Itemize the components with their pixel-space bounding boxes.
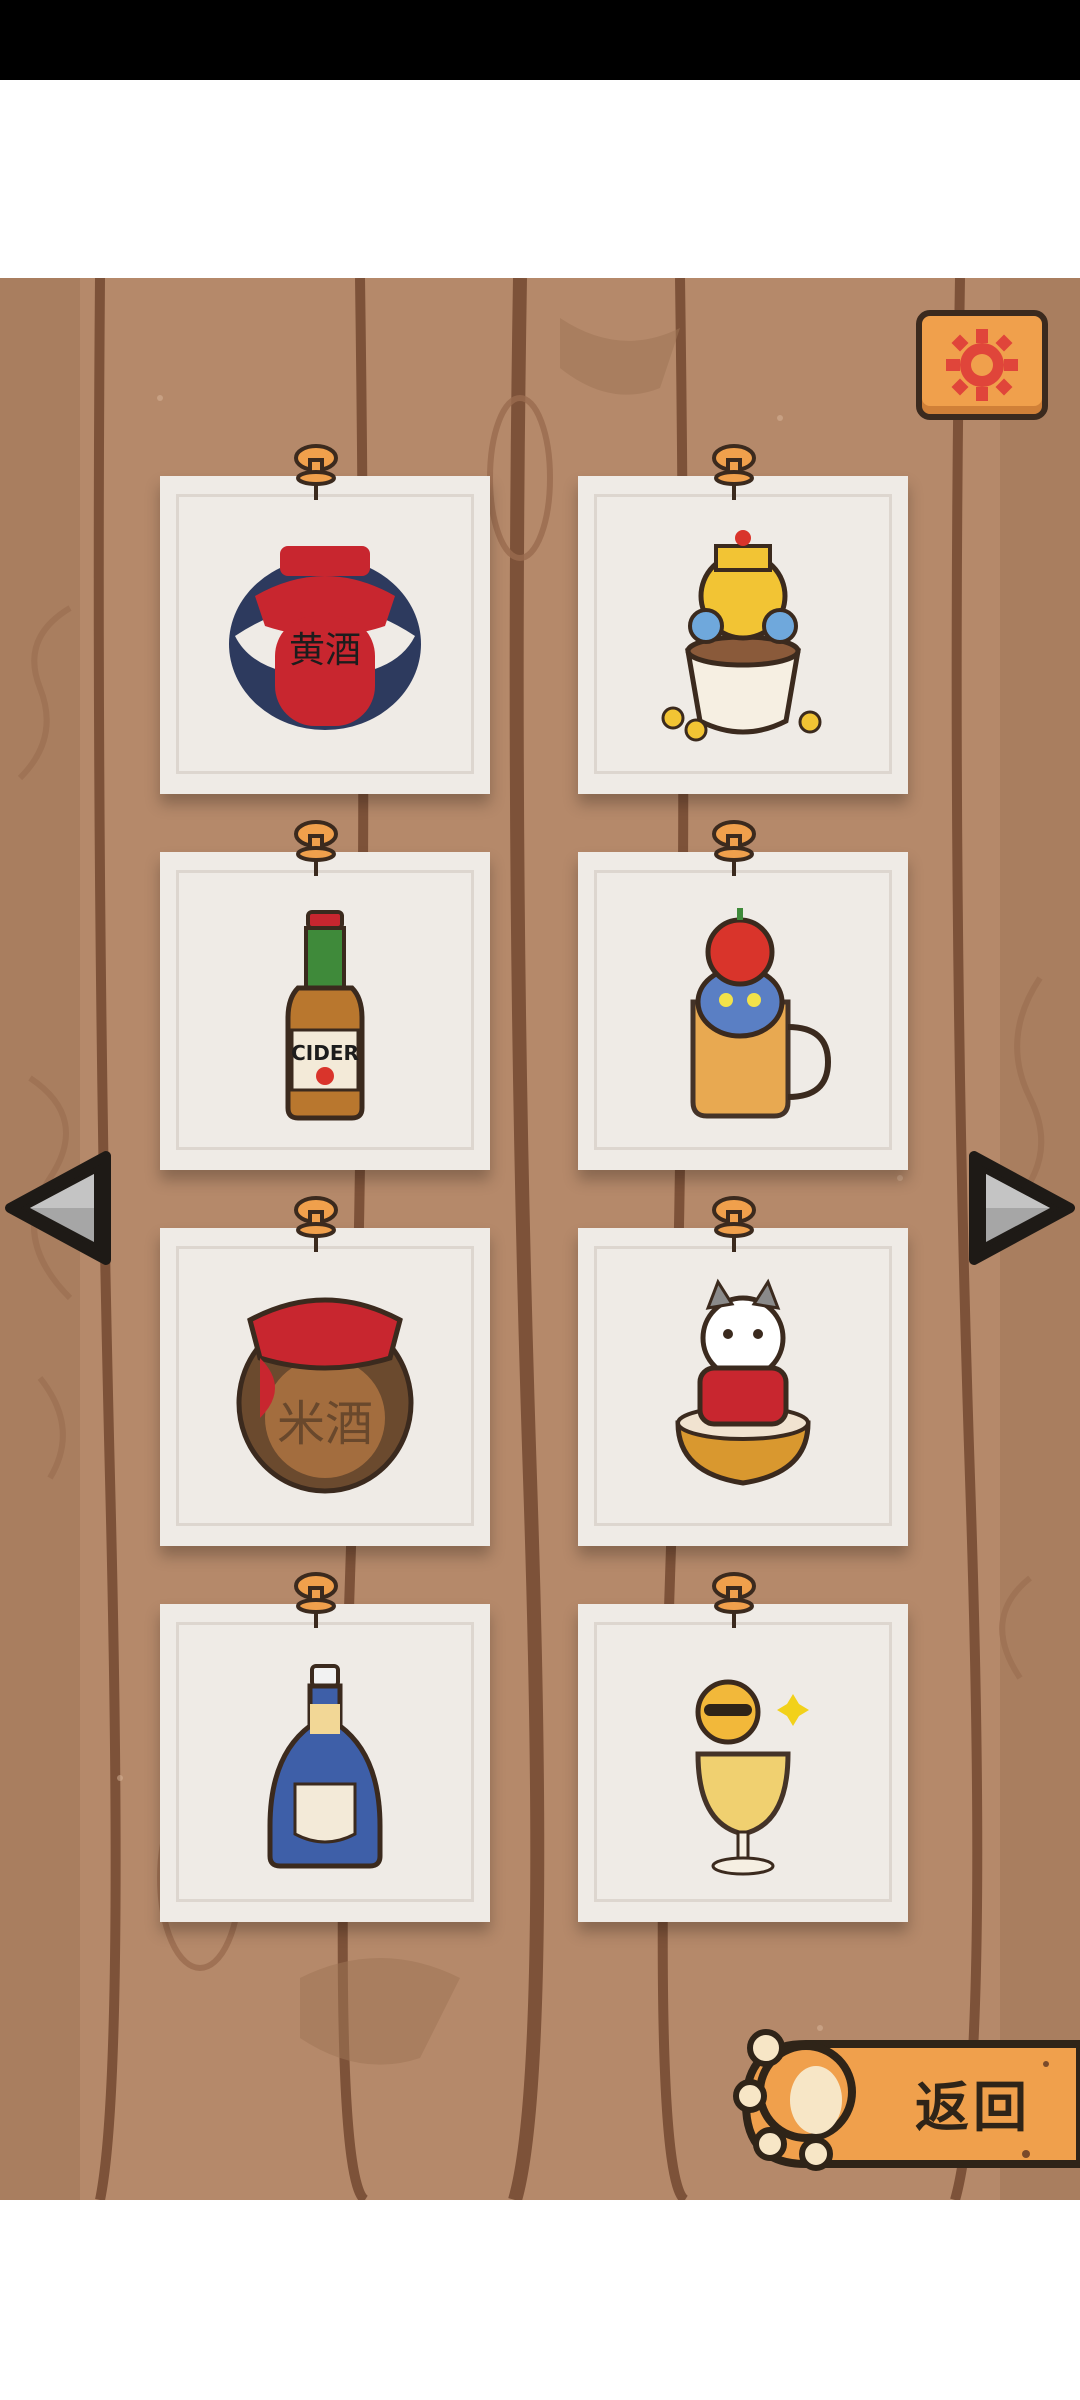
collection-card-2[interactable] (578, 476, 908, 794)
collection-card-5[interactable]: 米酒 (160, 1228, 490, 1546)
pin-icon (712, 444, 756, 500)
collection-card-1[interactable]: 黄酒 (160, 476, 490, 794)
pin-icon (294, 1572, 338, 1628)
sunglasses-cat-goblet-icon (695, 1679, 809, 1876)
jar-label-top: 黄酒 (289, 630, 361, 671)
pin-icon (712, 1572, 756, 1628)
red-jacket-cat-bowl-icon (675, 1278, 811, 1486)
gear-icon (946, 329, 1018, 401)
mijiu-jar-icon: 米酒 (236, 1297, 414, 1494)
cider-bottle-icon: CIDER (285, 910, 365, 1121)
emperor-cat-teacup-icon (661, 530, 822, 742)
next-page-button[interactable] (968, 1148, 1078, 1268)
collection-card-3[interactable]: CIDER (160, 852, 490, 1170)
pin-icon (294, 444, 338, 500)
prev-page-button[interactable] (2, 1148, 112, 1268)
collection-card-8[interactable] (578, 1604, 908, 1922)
pin-icon (294, 1196, 338, 1252)
status-bar (0, 0, 1080, 80)
collection-card-7[interactable] (160, 1604, 490, 1922)
back-button-label: 返回 (915, 2076, 1031, 2139)
settings-button[interactable] (916, 310, 1048, 420)
pin-icon (712, 820, 756, 876)
huangjiu-jar-icon: 黄酒 (229, 546, 421, 730)
cider-label: CIDER (291, 1041, 359, 1065)
apple-hat-cat-mug-icon (690, 908, 832, 1119)
game-screen: 黄酒 CIDER 米酒 返回 (0, 0, 1080, 2400)
whisky-bottle-icon (267, 1664, 383, 1869)
collection-card-4[interactable] (578, 852, 908, 1170)
jar-label-bottom: 米酒 (277, 1396, 373, 1452)
collection-card-6[interactable] (578, 1228, 908, 1546)
pin-icon (294, 820, 338, 876)
pin-icon (712, 1196, 756, 1252)
